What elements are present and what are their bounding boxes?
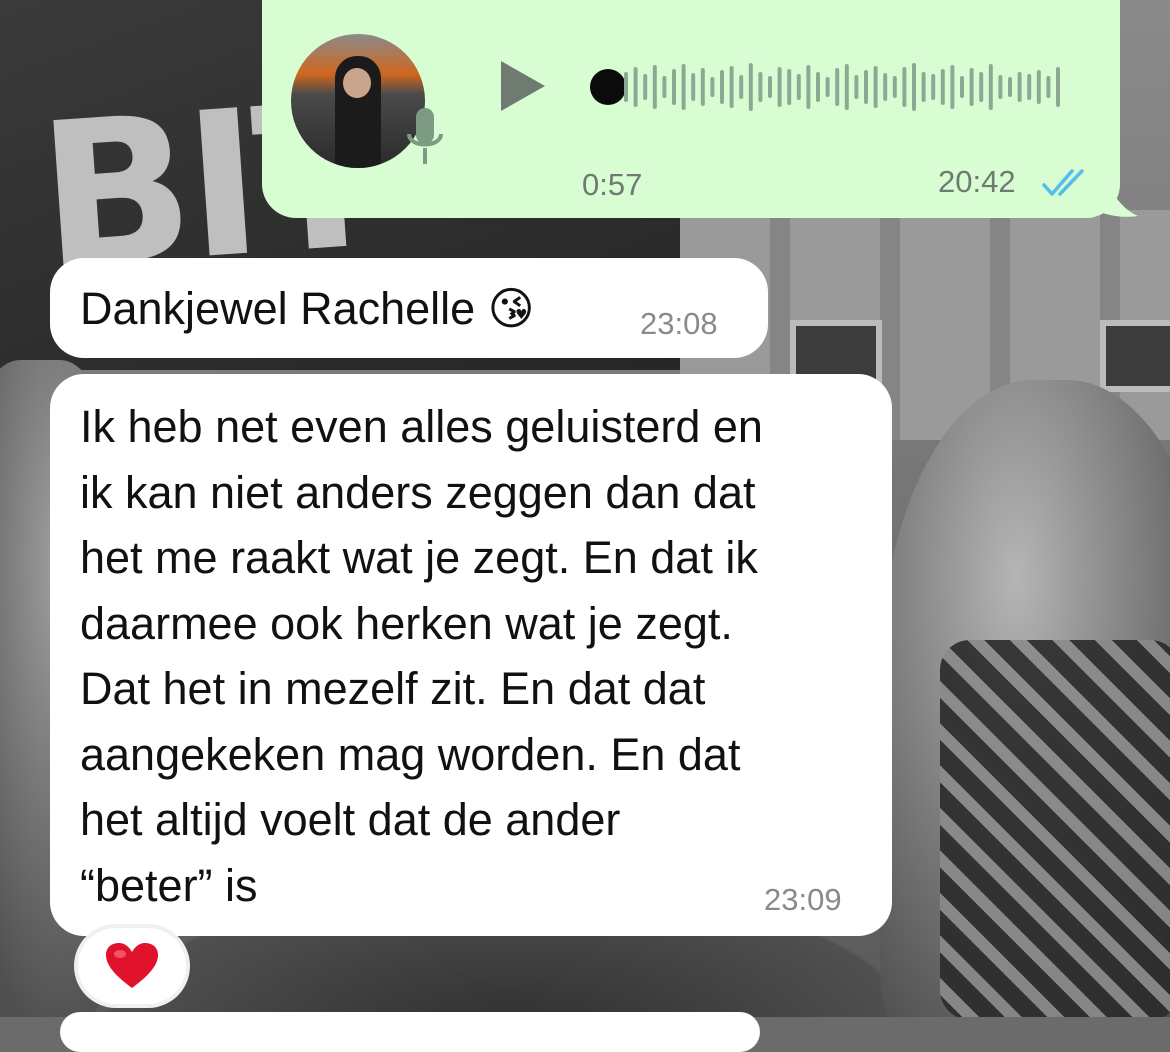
message-line: daarmee ook herken wat je zegt. (80, 597, 733, 649)
message-reaction[interactable] (78, 928, 186, 1004)
waveform-bar (825, 77, 830, 97)
waveform-bar (873, 66, 878, 108)
waveform-bar (691, 73, 696, 101)
waveform-bar (1017, 72, 1022, 102)
heart-icon (106, 943, 158, 988)
incoming-message-bubble[interactable] (60, 1012, 760, 1052)
waveform-bar (729, 66, 734, 108)
message-timestamp: 23:08 (640, 306, 718, 341)
message-text-content: Dankjewel Rachelle (80, 283, 476, 334)
waveform-bar (748, 63, 753, 111)
waveform-bar (902, 67, 907, 107)
waveform-bar (892, 76, 897, 98)
waveform-bar (1027, 74, 1032, 100)
waveform-bar (816, 72, 820, 102)
waveform-bar (969, 68, 974, 106)
message-line: “beter” is (80, 859, 258, 911)
waveform-bar (864, 70, 868, 104)
waveform-bar (988, 64, 993, 110)
message-line: Dat het in mezelf zit. En dat dat (80, 663, 706, 714)
waveform-bar (777, 67, 782, 107)
double-check-icon (1042, 169, 1084, 196)
waveform-bar (940, 69, 945, 105)
waveform-bar (633, 67, 638, 107)
waveform-bar (921, 72, 926, 102)
mic-icon (407, 108, 443, 164)
waveform-bar (883, 73, 888, 101)
waveform-bar (672, 69, 676, 105)
waveform-bar (806, 65, 811, 109)
wallpaper-window (1100, 320, 1170, 392)
waveform-bar (643, 74, 648, 100)
waveform-bar (912, 63, 916, 111)
waveform-bar (739, 75, 744, 99)
waveform-bar (720, 70, 724, 104)
waveform-bar (979, 72, 984, 102)
waveform-bar (768, 76, 772, 98)
waveform-bar (700, 68, 705, 106)
waveform-bar (998, 75, 1003, 99)
play-icon[interactable] (498, 58, 548, 114)
message-timestamp: 23:09 (764, 882, 842, 917)
waveform-bar (835, 68, 840, 106)
waveform-bar (931, 74, 936, 100)
waveform-bar (681, 64, 686, 110)
voice-duration: 0:57 (582, 167, 643, 202)
message-timestamp: 20:42 (938, 164, 1016, 199)
bubble-tail (1100, 160, 1138, 217)
kiss-emoji: 😘 (487, 282, 535, 335)
waveform-bar (1046, 76, 1051, 98)
waveform-bar (662, 76, 667, 98)
waveform-bar (796, 74, 801, 100)
incoming-message-bubble[interactable]: Ik heb net even alles geluisterd en ik k… (50, 374, 892, 936)
incoming-message-bubble[interactable]: Dankjewel Rachelle 😘 23:08 (50, 258, 768, 358)
waveform-bar (1036, 70, 1041, 104)
waveform-bar (1008, 77, 1012, 97)
avatar-face (343, 68, 371, 98)
waveform-bar (758, 72, 763, 102)
message-line: het altijd voelt dat de ander (80, 794, 621, 845)
waveform-bar (950, 65, 955, 109)
waveform-bar (960, 76, 964, 98)
waveform-bar (710, 77, 715, 97)
message-line: aangekeken mag worden. En dat (80, 728, 741, 780)
wallpaper-scarf (940, 640, 1170, 1017)
message-line: Ik heb net even alles geluisterd en (80, 401, 763, 452)
waveform-bar (787, 69, 792, 105)
waveform-bar (854, 75, 859, 99)
message-text: Dankjewel Rachelle 😘 (80, 282, 535, 335)
waveform-bar (1056, 67, 1060, 107)
message-line: het me raakt wat je zegt. En dat ik (80, 532, 758, 583)
waveform-bar (624, 72, 628, 102)
voice-waveform[interactable] (620, 57, 1070, 117)
message-text: Ik heb net even alles geluisterd en ik k… (80, 394, 870, 918)
waveform-bar (844, 64, 849, 110)
message-line: ik kan niet anders zeggen dan dat (80, 466, 756, 518)
waveform-bar (652, 65, 657, 109)
